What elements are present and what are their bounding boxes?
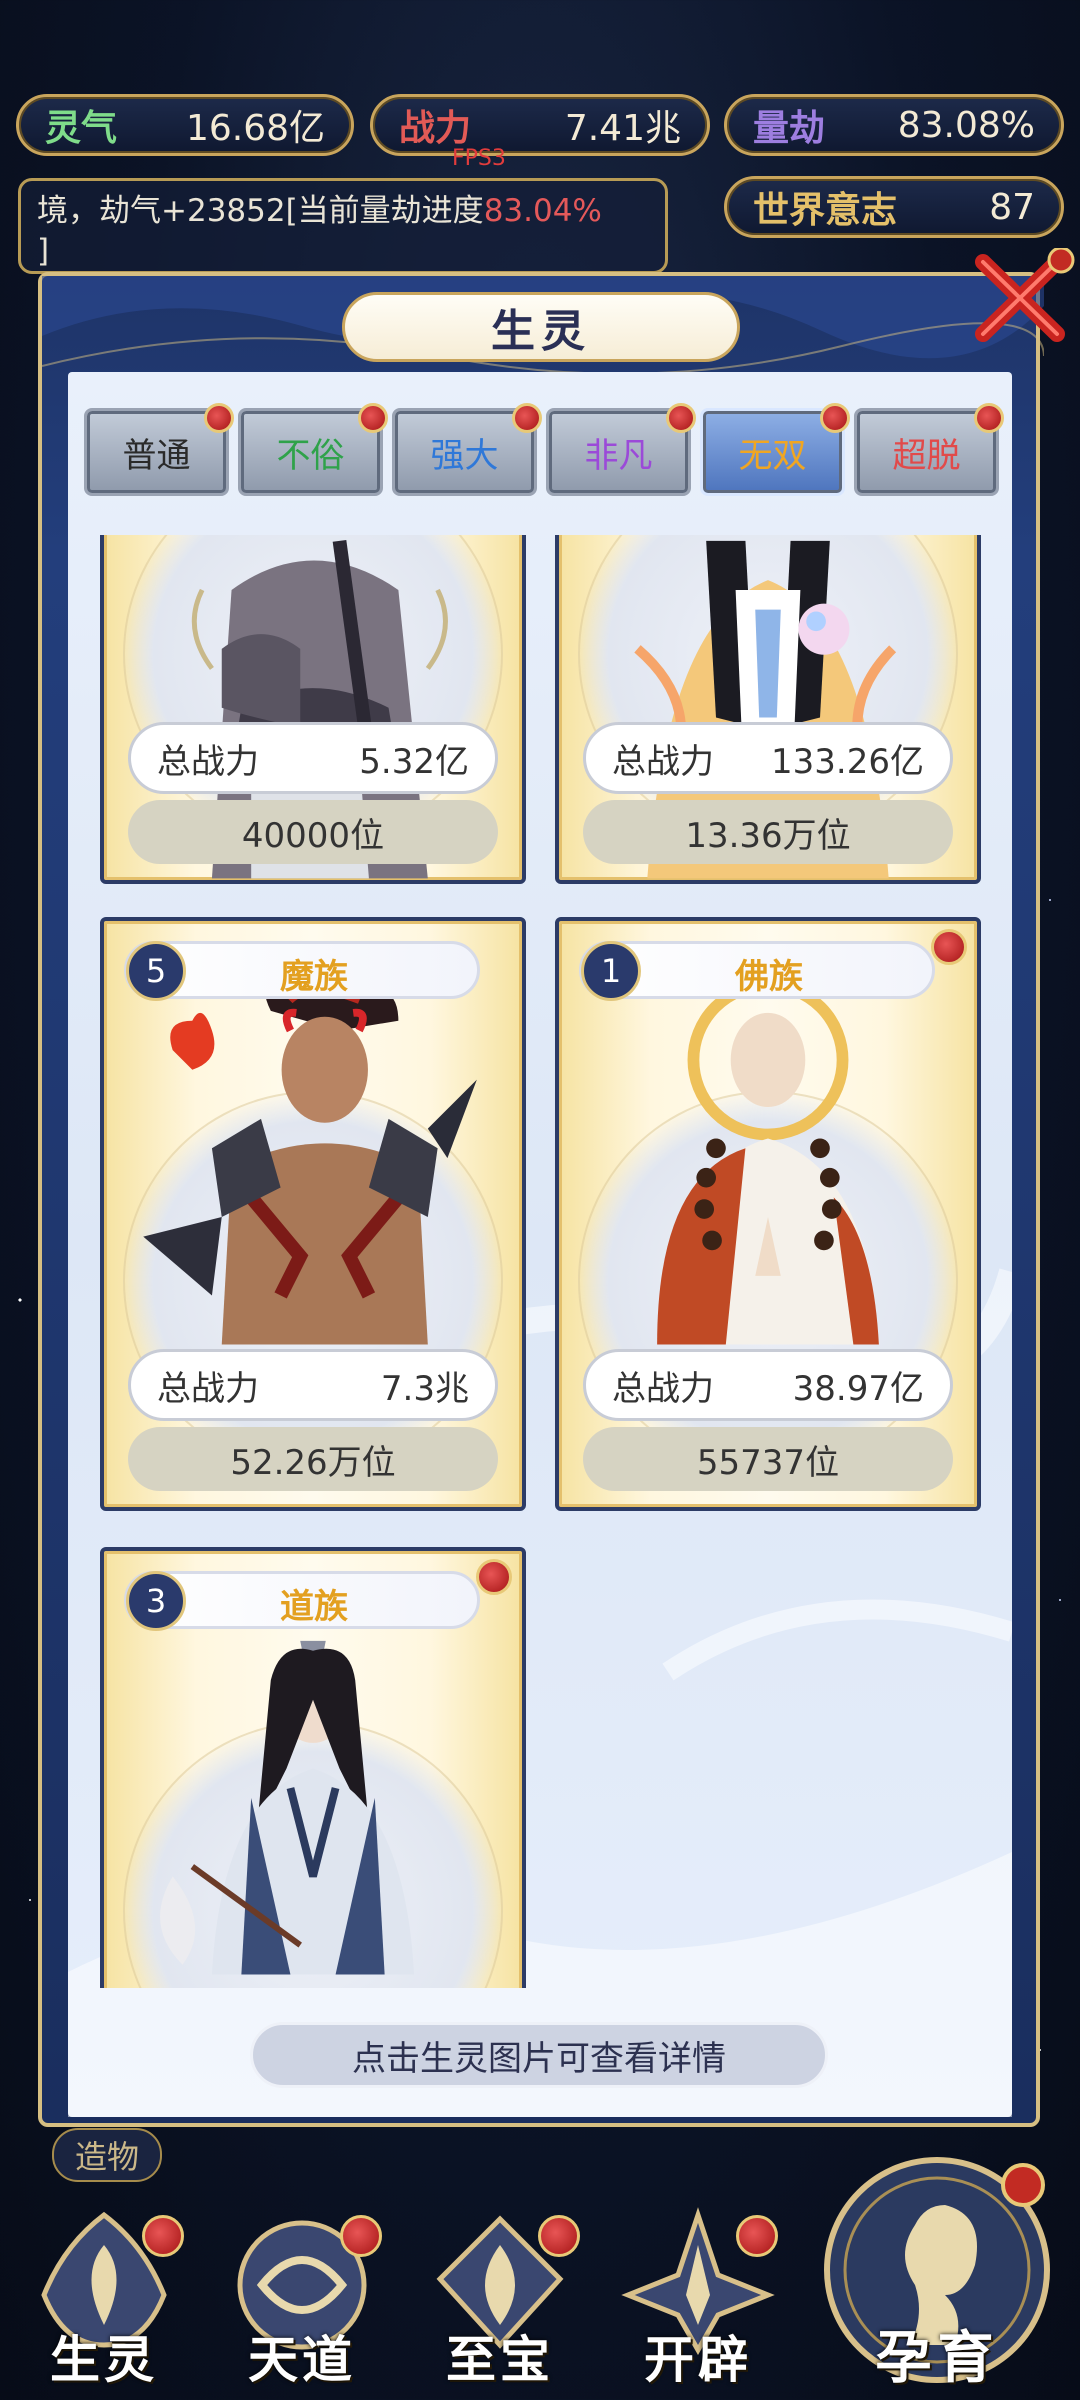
rank-badge: 52.26万位 <box>128 1427 498 1491</box>
notification-dot <box>666 403 696 433</box>
event-log-percent: 83.04% <box>483 193 602 229</box>
tab-label: 普通 <box>122 435 191 476</box>
nav-kaipi[interactable]: 开辟 <box>608 2195 788 2400</box>
fps-counter: FPS3 <box>452 146 506 171</box>
notification-dot <box>538 2215 580 2257</box>
yunyu-label: 孕育 <box>875 2326 1000 2391</box>
nav-zhibao[interactable]: 至宝 <box>410 2195 590 2400</box>
nav-shengling[interactable]: 生灵 <box>14 2195 194 2400</box>
creature-card-grid: 总战力 5.32亿 40000位 总战力 133.26亿 13.36万位 5 魔… <box>68 535 1012 1988</box>
event-log-text: 境，劫气+23852[当前量劫进度 <box>37 193 484 229</box>
tab-feifan[interactable]: 非凡 <box>546 403 696 496</box>
total-power: 总战力 5.32亿 <box>128 722 498 794</box>
nav-label: 开辟 <box>644 2331 752 2389</box>
event-log-line2: ] <box>37 233 50 269</box>
stat-lingqi-value: 16.68亿 <box>185 108 325 149</box>
zaowu-button[interactable]: 造物 <box>52 2128 162 2182</box>
stat-zhanli-label: 战力 <box>399 108 472 149</box>
creature-card[interactable]: 总战力 5.32亿 40000位 <box>100 535 526 884</box>
race-name: 魔族 <box>280 957 348 997</box>
notification-dot <box>931 929 967 965</box>
race-name: 佛族 <box>735 957 803 997</box>
notification-dot <box>358 403 388 433</box>
yunyu-button[interactable]: 孕育 <box>815 2145 1060 2400</box>
stat-shijie[interactable]: 世界意志 87 <box>724 176 1064 238</box>
rank-badge: 13.36万位 <box>583 800 953 864</box>
notification-dot <box>820 403 850 433</box>
stat-lingqi[interactable]: 灵气 16.68亿 <box>16 94 354 156</box>
total-power: 总战力 7.3兆 <box>128 1349 498 1421</box>
tab-wushuang[interactable]: 无双 <box>700 403 850 496</box>
tab-busu[interactable]: 不俗 <box>238 403 388 496</box>
race-count-badge: 5 <box>126 941 186 1001</box>
total-power: 总战力 133.26亿 <box>583 722 953 794</box>
rarity-tabs: 普通 不俗 强大 非凡 无双 超脱 <box>84 403 1004 498</box>
creature-card-daozu[interactable]: 3 道族 <box>100 1547 526 1988</box>
tab-qiangda[interactable]: 强大 <box>392 403 542 496</box>
stat-liangjie-label: 量劫 <box>753 108 826 149</box>
total-power-value: 38.97亿 <box>792 1368 924 1409</box>
nav-label: 天道 <box>248 2331 356 2389</box>
total-power-label: 总战力 <box>612 741 714 782</box>
creature-card[interactable]: 总战力 133.26亿 13.36万位 <box>555 535 981 884</box>
stat-lingqi-label: 灵气 <box>45 108 118 149</box>
nav-label: 生灵 <box>50 2331 158 2389</box>
total-power-label: 总战力 <box>157 1368 259 1409</box>
stat-shijie-label: 世界意志 <box>753 190 898 231</box>
notification-dot <box>204 403 234 433</box>
notification-dot <box>512 403 542 433</box>
creature-card-mozu[interactable]: 5 魔族 总战力 7.3兆 52.26万位 <box>100 917 526 1511</box>
rank-badge: 40000位 <box>128 800 498 864</box>
race-count-badge: 1 <box>581 941 641 1001</box>
stat-shijie-value: 87 <box>989 186 1035 228</box>
event-log: 境，劫气+23852[当前量劫进度83.04% ] <box>18 178 668 274</box>
tab-label: 不俗 <box>276 435 345 476</box>
stat-zhanli[interactable]: 战力 7.41兆 <box>370 94 710 156</box>
hint-text: 点击生灵图片可查看详情 <box>250 2022 828 2088</box>
notification-dot <box>476 1559 512 1595</box>
total-power-label: 总战力 <box>157 741 259 782</box>
notification-dot <box>142 2215 184 2257</box>
tab-label: 超脱 <box>892 435 961 476</box>
total-power-value: 133.26亿 <box>771 741 924 782</box>
stat-liangjie[interactable]: 量劫 83.08% <box>724 94 1064 156</box>
total-power-label: 总战力 <box>612 1368 714 1409</box>
modal-title: 生灵 <box>342 292 740 362</box>
total-power-value: 5.32亿 <box>359 741 469 782</box>
stat-liangjie-value: 83.08% <box>897 104 1035 146</box>
close-icon[interactable] <box>965 248 1075 348</box>
nav-tiandao[interactable]: 天道 <box>212 2195 392 2400</box>
total-power: 总战力 38.97亿 <box>583 1349 953 1421</box>
race-name: 道族 <box>280 1587 348 1627</box>
notification-dot <box>974 403 1004 433</box>
notification-dot <box>340 2215 382 2257</box>
nav-label: 至宝 <box>446 2331 554 2389</box>
stat-zhanli-value: 7.41兆 <box>564 108 681 149</box>
creature-card-fozu[interactable]: 1 佛族 总战力 38.97亿 55737位 <box>555 917 981 1511</box>
race-count-badge: 3 <box>126 1571 186 1631</box>
total-power-value: 7.3兆 <box>380 1368 469 1409</box>
notification-dot <box>736 2215 778 2257</box>
tab-putong[interactable]: 普通 <box>84 403 234 496</box>
tab-label: 非凡 <box>584 435 653 476</box>
tab-label: 无双 <box>738 435 807 476</box>
rank-badge: 55737位 <box>583 1427 953 1491</box>
tab-chaotuo[interactable]: 超脱 <box>854 403 1004 496</box>
tab-label: 强大 <box>430 435 499 476</box>
